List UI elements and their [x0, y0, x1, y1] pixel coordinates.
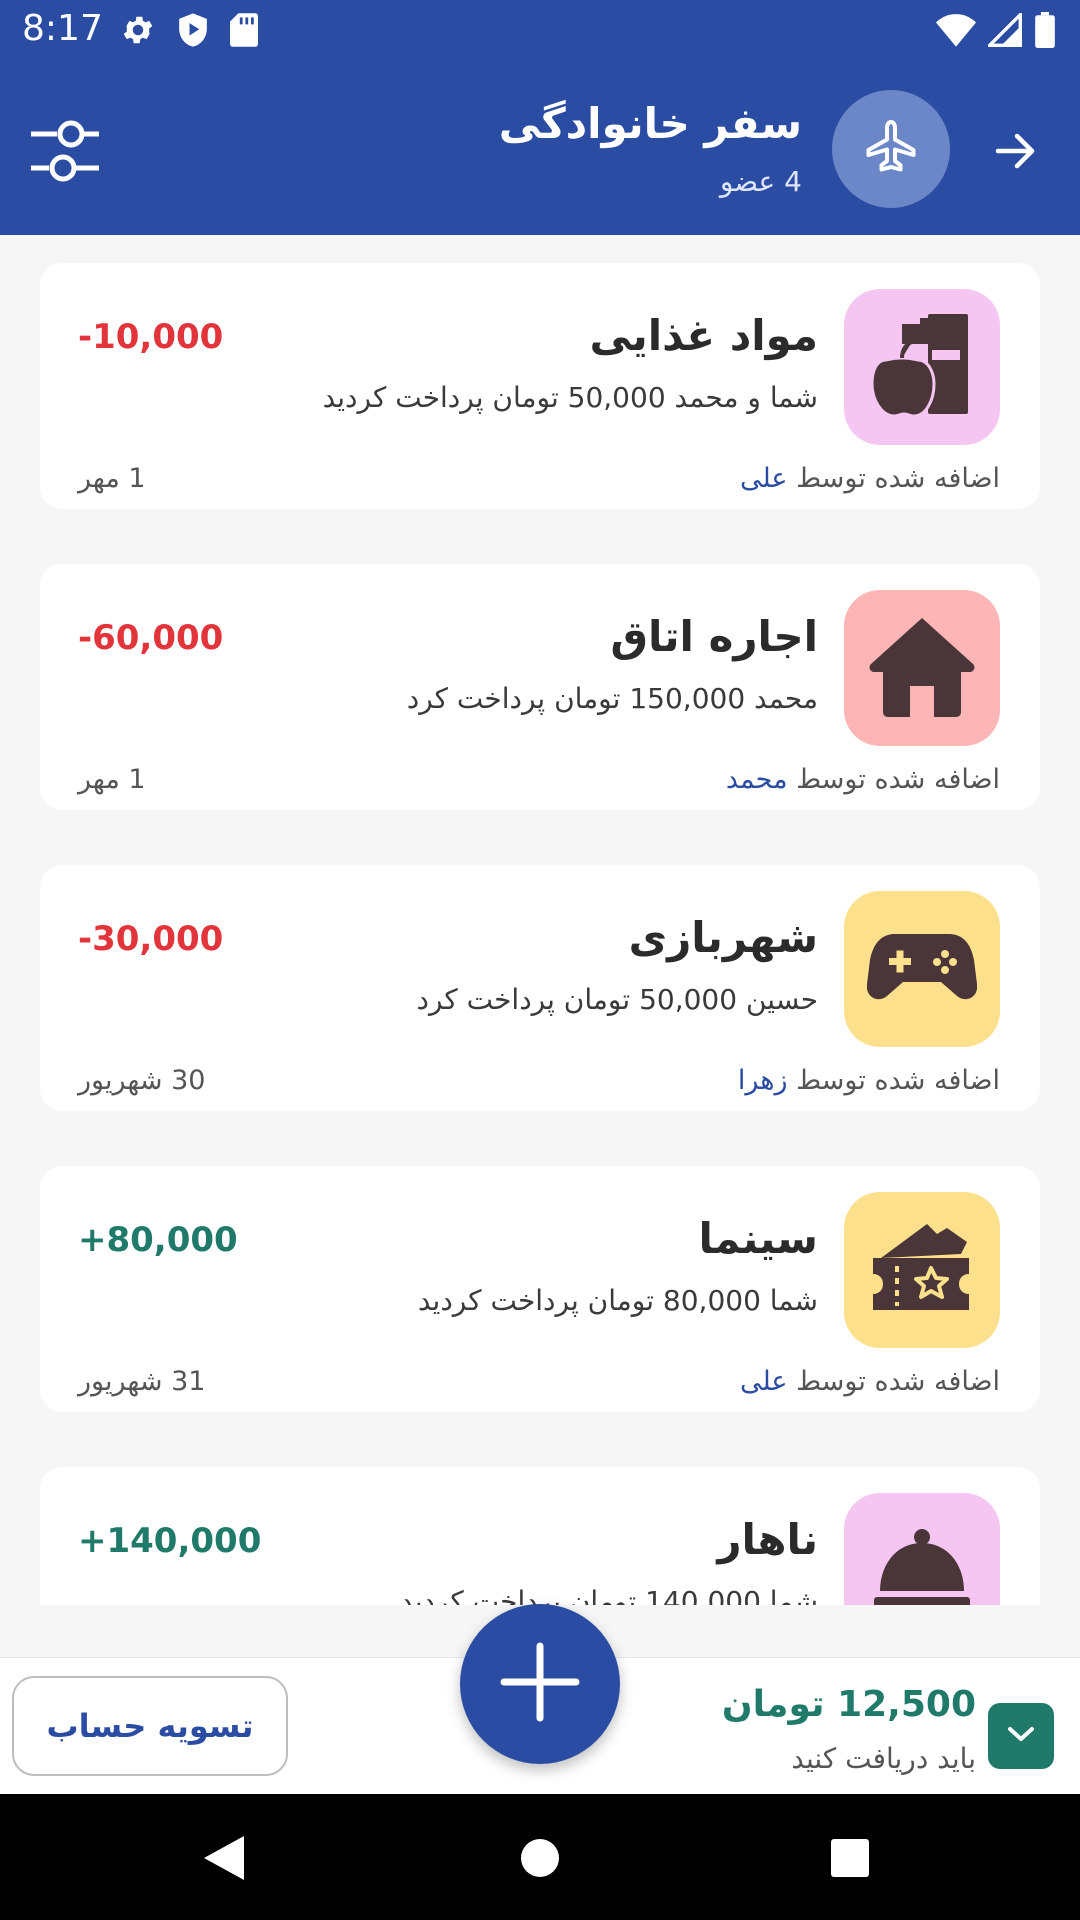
filter-button[interactable] [20, 113, 110, 193]
shield-play-icon [176, 12, 210, 52]
added-by-label: اضافه شده توسط [796, 1065, 1000, 1096]
added-by-label: اضافه شده توسط [796, 1366, 1000, 1397]
expense-payment-info: شما و محمد 50,000 تومان پرداخت کردید [322, 381, 818, 414]
expense-added-by: اضافه شده توسط زهرا [738, 1065, 1000, 1096]
expense-added-by: اضافه شده توسط علی [740, 1366, 1000, 1397]
back-button[interactable] [976, 113, 1056, 193]
expense-amount: -30,000 [78, 919, 224, 959]
expense-amount: -60,000 [78, 618, 224, 658]
expense-icon-bg [844, 891, 1000, 1047]
added-by-name: علی [739, 1366, 788, 1397]
cloche-icon [872, 1519, 972, 1605]
added-by-name: محمد [725, 764, 788, 795]
gear-icon [120, 12, 156, 52]
expense-list[interactable]: مواد غذایی شما و محمد 50,000 تومان پرداخ… [0, 235, 1080, 1605]
gamepad-icon [866, 932, 978, 1006]
expense-icon-bg [844, 289, 1000, 445]
expense-card[interactable]: شهربازی حسین 50,000 تومان پرداخت کرد -30… [40, 865, 1040, 1111]
expense-title: شهربازی [628, 913, 818, 962]
group-member-count: 4 عضو [719, 165, 802, 198]
added-by-label: اضافه شده توسط [796, 764, 1000, 795]
expense-date: 30 شهریور [78, 1065, 206, 1096]
wifi-icon [936, 13, 976, 51]
balance-amount: 12,500 تومان [721, 1684, 976, 1725]
expense-icon-bg [844, 1493, 1000, 1605]
status-time: 8:17 [22, 8, 103, 49]
chevron-down-icon [1006, 1724, 1036, 1748]
expense-title: اجاره اتاق [610, 612, 818, 661]
house-icon [867, 614, 977, 722]
expense-amount: -10,000 [78, 317, 224, 357]
balance-note: باید دریافت کنید [791, 1742, 976, 1775]
sliders-icon [27, 118, 103, 188]
signal-icon [985, 10, 1022, 51]
expense-title: سینما [698, 1214, 818, 1263]
group-title: سفر خانوادگی [498, 99, 802, 148]
ticket-icon [867, 1218, 977, 1322]
expense-title: ناهار [717, 1515, 818, 1564]
home-icon[interactable] [520, 1838, 560, 1882]
expense-payment-info: شما 140,000 تومان پرداخت کردید [400, 1585, 818, 1605]
expense-added-by: اضافه شده توسط محمد [726, 764, 1000, 795]
battery-icon [1034, 12, 1056, 52]
added-by-label: اضافه شده توسط [796, 463, 1000, 494]
expense-amount: +80,000 [78, 1220, 238, 1260]
expense-payment-info: شما 80,000 تومان پرداخت کردید [417, 1284, 818, 1317]
plus-icon [498, 1640, 582, 1728]
group-avatar[interactable] [832, 90, 950, 208]
expense-payment-info: محمد 150,000 تومان پرداخت کرد [406, 682, 818, 715]
add-expense-button[interactable] [460, 1604, 620, 1764]
expense-added-by: اضافه شده توسط علی [740, 463, 1000, 494]
expense-card[interactable]: سینما شما 80,000 تومان پرداخت کردید +80,… [40, 1166, 1040, 1412]
expense-icon-bg [844, 590, 1000, 746]
expense-icon-bg [844, 1192, 1000, 1348]
expense-title: مواد غذایی [589, 311, 818, 360]
expense-card[interactable]: مواد غذایی شما و محمد 50,000 تومان پرداخ… [40, 263, 1040, 509]
recents-icon[interactable] [830, 1838, 870, 1882]
expense-payment-info: حسین 50,000 تومان پرداخت کرد [416, 983, 818, 1016]
airplane-icon [861, 117, 921, 181]
groceries-icon [870, 310, 972, 424]
status-bar: 8:17 [0, 0, 1080, 63]
expense-date: 1 مهر [78, 463, 146, 494]
expense-date: 31 شهریور [78, 1366, 206, 1397]
app-bar: سفر خانوادگی 4 عضو [0, 63, 1080, 235]
expense-card[interactable]: اجاره اتاق محمد 150,000 تومان پرداخت کرد… [40, 564, 1040, 810]
system-nav-bar [0, 1794, 1080, 1920]
expense-card[interactable]: ناهار شما 140,000 تومان پرداخت کردید +14… [40, 1467, 1040, 1605]
added-by-name: زهرا [737, 1065, 788, 1096]
back-icon[interactable] [200, 1834, 246, 1886]
expense-amount: +140,000 [78, 1521, 262, 1561]
sd-card-icon [230, 13, 258, 51]
settle-up-button[interactable]: تسویه حساب [12, 1676, 288, 1776]
expense-date: 1 مهر [78, 764, 146, 795]
expand-balance-button[interactable] [988, 1703, 1054, 1769]
added-by-name: علی [739, 463, 788, 494]
arrow-right-icon [994, 131, 1038, 175]
